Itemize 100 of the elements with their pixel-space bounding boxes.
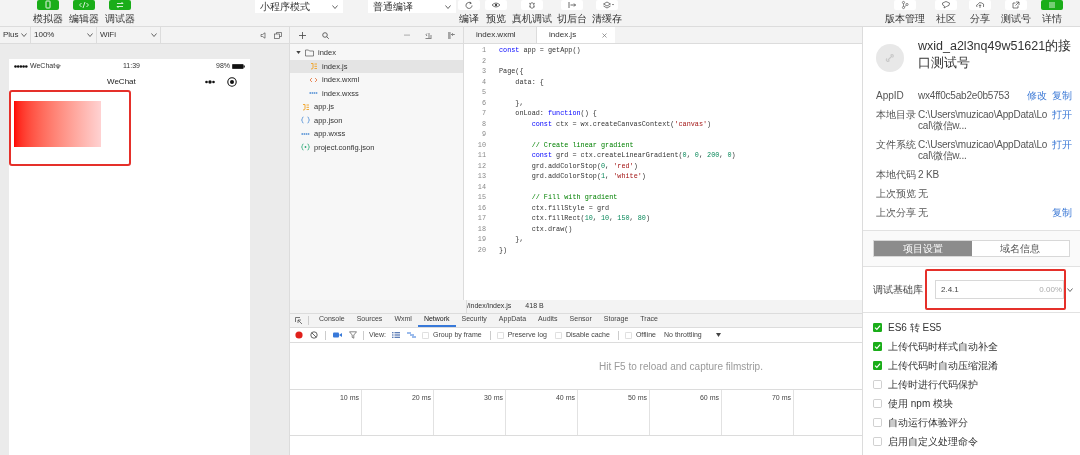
dropdown-value: WiFi (100, 29, 116, 41)
more-icon[interactable] (205, 79, 215, 84)
clear-icon[interactable] (310, 331, 318, 339)
info-label: 文件系统 (876, 139, 917, 150)
dropdown-value: Plus (3, 29, 19, 41)
filter-icon[interactable] (349, 331, 357, 339)
option-label: 自动运行体验评分 (888, 416, 968, 430)
braces-icon (301, 143, 310, 152)
toolbar-button[interactable]: 编辑器 (69, 0, 99, 25)
toolbar-button[interactable]: 预览 (485, 0, 507, 25)
checkbox[interactable] (873, 342, 882, 351)
checkbox[interactable] (873, 418, 882, 427)
close-icon[interactable] (602, 32, 607, 38)
option-label: 使用 npm 模块 (888, 397, 953, 411)
collapse-icon[interactable] (448, 31, 455, 39)
option-label: 启用自定义处理命令 (888, 435, 978, 449)
info-value: C:\Users\muzicao\AppData\Local\微信w... (918, 109, 1049, 131)
checkbox[interactable] (873, 380, 882, 389)
nav-title: WeChat (107, 75, 136, 88)
toolbar-button[interactable]: 分享 (967, 0, 993, 25)
waterfall-icon[interactable] (407, 332, 416, 338)
checkbox[interactable] (873, 399, 882, 408)
option-label: ES6 转 ES5 (888, 321, 942, 335)
toolbar-button[interactable]: 真机调试 (512, 0, 552, 25)
signal-icon (14, 64, 28, 68)
toolbar-button[interactable]: 清缓存 (592, 0, 622, 25)
option-label: 上传代码时自动压缩混淆 (888, 359, 998, 373)
speaker-icon[interactable] (260, 31, 267, 39)
action-link[interactable]: 打开 (1052, 109, 1072, 120)
toolbar-button[interactable]: 编译 (458, 0, 480, 25)
info-label: 上次分享 (876, 207, 917, 218)
dropdown-value: 2.4.1 (941, 283, 960, 296)
device-dropdown[interactable]: Plus (0, 27, 31, 43)
js-file-icon (309, 62, 318, 71)
field-label: 调试基础库 (873, 283, 924, 297)
option-label: 上传代码时样式自动补全 (888, 340, 998, 354)
dropdown-value: 100% (34, 29, 55, 41)
checkbox[interactable] (873, 361, 882, 370)
caret-icon (87, 33, 93, 37)
wifi-icon (55, 63, 62, 69)
toolbar-button[interactable]: 切后台 (557, 0, 587, 25)
checkbox[interactable] (873, 323, 882, 332)
sort-icon[interactable] (425, 31, 432, 39)
toolbar-button[interactable]: 测试号 (1001, 0, 1031, 25)
action-link[interactable]: 复制 (1052, 207, 1072, 218)
mode-dropdown[interactable]: 普通编译 (368, 0, 456, 13)
braces-icon (301, 116, 310, 125)
toolbar-button[interactable]: 模拟器 (33, 0, 63, 25)
version-dropdown[interactable]: 2.4.1 0.00% (935, 280, 1064, 299)
code-brackets-icon (309, 75, 318, 84)
info-value: 无 (918, 188, 929, 199)
info-value: C:\Users\muzicao\AppData\Local\微信w... (918, 139, 1049, 161)
dropdown-value: 小程序模式 (260, 0, 310, 13)
info-value: 2 KB (918, 169, 940, 180)
caret-icon (715, 333, 721, 337)
option-label: 上传时进行代码保护 (888, 378, 978, 392)
caret-icon (445, 4, 451, 9)
network-dropdown[interactable]: WiFi (97, 27, 161, 43)
toolbar-button[interactable]: 社区 (933, 0, 959, 25)
checkbox[interactable] (873, 437, 882, 446)
caret-icon (151, 33, 157, 37)
js-file-icon (301, 102, 310, 111)
info-value: wx4ff0c5ab2e0b5753 (918, 90, 1011, 101)
checkbox[interactable] (624, 331, 632, 339)
caret-icon (332, 4, 338, 9)
account-title: wxid_a2l3nq49w51621的接口测试号 (918, 38, 1072, 72)
caret-icon (296, 50, 301, 56)
window-icon[interactable] (274, 31, 282, 39)
info-label: 上次预览 (876, 188, 917, 199)
toolbar-button[interactable]: 详情 (1039, 0, 1065, 25)
inspect-icon[interactable] (295, 316, 303, 325)
dropdown-value: 普通编译 (373, 0, 413, 13)
action-link[interactable]: 复制 (1052, 90, 1072, 101)
search-icon[interactable] (322, 31, 329, 39)
list-icon[interactable] (392, 332, 400, 338)
record-icon[interactable] (227, 76, 237, 87)
settings-tab[interactable]: 域名信息 (971, 241, 1069, 256)
editor-tab[interactable]: index.js (537, 27, 615, 43)
zoom-dropdown[interactable]: 100% (31, 27, 97, 43)
mode-dropdown[interactable]: 小程序模式 (255, 0, 343, 13)
avatar-icon (876, 44, 904, 72)
percent-label: 0.00% (1039, 283, 1062, 296)
battery-icon (232, 63, 245, 69)
toolbar-button[interactable]: 版本管理 (885, 0, 925, 25)
checkbox[interactable] (554, 331, 562, 339)
toolbar-button[interactable]: 调试器 (105, 0, 135, 25)
empty-message: Hit F5 to reload and capture filmstrip. (599, 359, 763, 374)
info-label: AppID (876, 90, 905, 101)
action-link[interactable]: 修改 (1027, 90, 1047, 101)
camera-icon[interactable] (333, 332, 342, 338)
info-value: 无 (918, 207, 929, 218)
caret-icon (21, 33, 27, 37)
checkbox[interactable] (496, 331, 504, 339)
action-link[interactable]: 打开 (1052, 139, 1072, 150)
checkbox[interactable] (422, 331, 429, 339)
caret-icon (1067, 287, 1073, 292)
info-label: 本地目录 (876, 109, 917, 120)
folder-icon (305, 48, 314, 57)
info-label: 本地代码 (876, 169, 917, 180)
plus-icon[interactable] (299, 31, 306, 39)
